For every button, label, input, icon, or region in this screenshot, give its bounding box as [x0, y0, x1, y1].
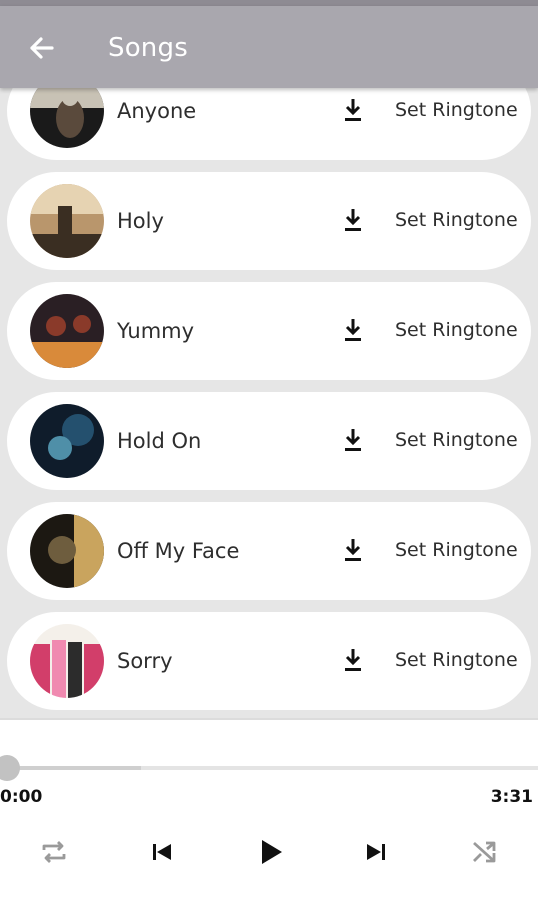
current-time: 0:00 — [0, 787, 43, 807]
shuffle-icon[interactable] — [464, 832, 504, 872]
download-icon[interactable] — [340, 646, 366, 674]
set-ringtone-button[interactable]: Set Ringtone — [395, 427, 518, 453]
duration: 3:31 — [490, 787, 533, 807]
play-icon[interactable] — [250, 832, 290, 872]
song-card[interactable]: Yummy Set Ringtone — [7, 282, 531, 380]
seek-thumb[interactable] — [0, 755, 20, 781]
next-icon[interactable] — [356, 832, 396, 872]
song-card[interactable]: Hold On Set Ringtone — [7, 392, 531, 490]
song-card[interactable]: Holy Set Ringtone — [7, 172, 531, 270]
song-title: Off My Face — [117, 539, 240, 563]
set-ringtone-button[interactable]: Set Ringtone — [395, 207, 518, 233]
song-title: Holy — [117, 209, 164, 233]
song-thumbnail — [30, 624, 104, 698]
player-bar: 0:00 3:31 — [0, 718, 538, 900]
download-icon[interactable] — [340, 206, 366, 234]
download-icon[interactable] — [340, 536, 366, 564]
set-ringtone-button[interactable]: Set Ringtone — [395, 97, 518, 123]
song-thumbnail — [30, 184, 104, 258]
download-icon[interactable] — [340, 316, 366, 344]
song-title: Anyone — [117, 99, 197, 123]
back-arrow-icon[interactable] — [22, 28, 62, 68]
song-thumbnail — [30, 294, 104, 368]
song-title: Yummy — [117, 319, 195, 343]
previous-icon[interactable] — [142, 832, 182, 872]
song-card[interactable]: Sorry Set Ringtone — [7, 612, 531, 710]
song-list[interactable]: Anyone Set Ringtone Holy Set Ringtone Yu… — [0, 0, 538, 718]
download-icon[interactable] — [340, 426, 366, 454]
app-bar: Songs — [0, 6, 538, 88]
set-ringtone-button[interactable]: Set Ringtone — [395, 537, 518, 563]
divider — [0, 718, 538, 720]
set-ringtone-button[interactable]: Set Ringtone — [395, 317, 518, 343]
repeat-icon[interactable] — [34, 832, 74, 872]
song-title: Sorry — [117, 649, 173, 673]
song-card[interactable]: Off My Face Set Ringtone — [7, 502, 531, 600]
page-title: Songs — [108, 33, 188, 63]
song-thumbnail — [30, 404, 104, 478]
song-thumbnail — [30, 514, 104, 588]
download-icon[interactable] — [340, 96, 366, 124]
set-ringtone-button[interactable]: Set Ringtone — [395, 647, 518, 673]
song-title: Hold On — [117, 429, 202, 453]
seek-buffer — [8, 766, 141, 770]
